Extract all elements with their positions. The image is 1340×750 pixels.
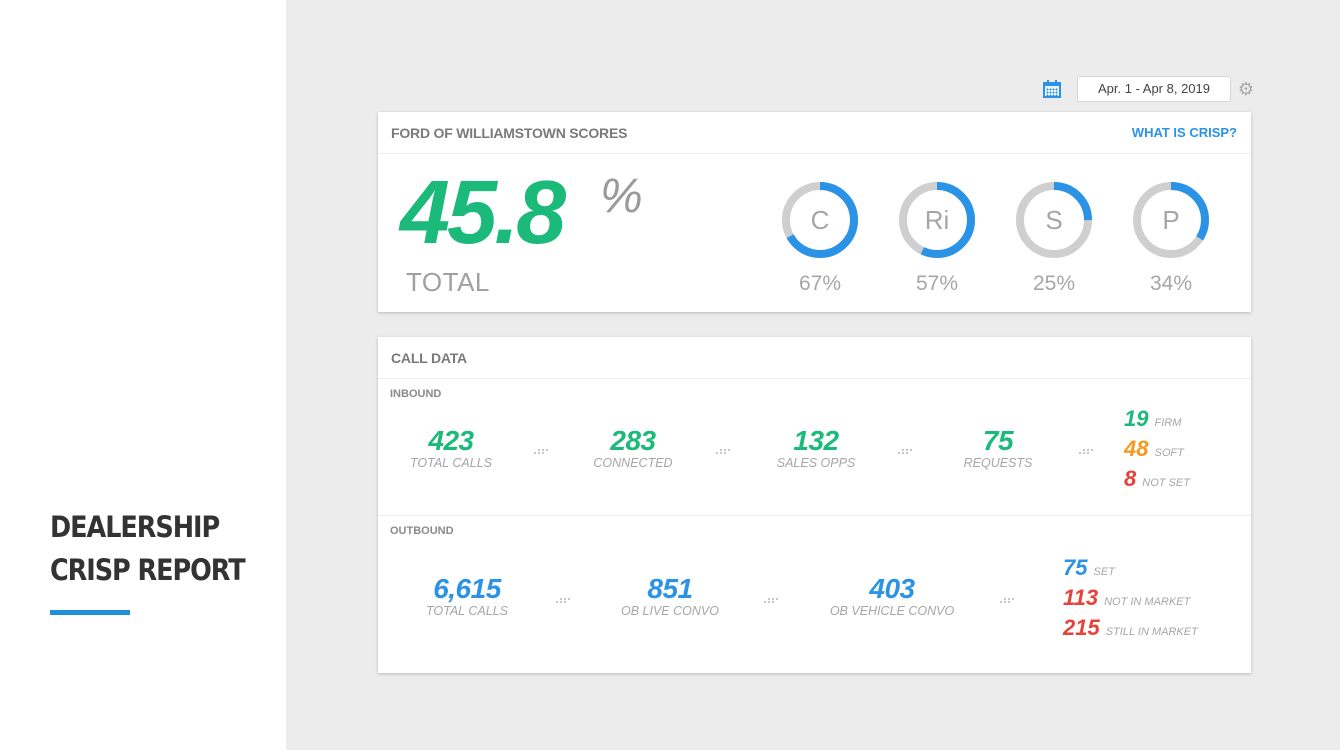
sidebar: DEALERSHIP CRISP REPORT xyxy=(0,0,286,750)
report-title-line1: DEALERSHIP xyxy=(50,510,220,544)
dots-separator-icon xyxy=(898,447,914,455)
metric-requests: 75 REQUESTS xyxy=(928,425,1068,471)
dots-separator-icon xyxy=(1000,596,1016,604)
scores-card: FORD OF WILLIAMSTOWN SCORES WHAT IS CRIS… xyxy=(378,112,1251,312)
breakdown-value: 8 xyxy=(1124,466,1137,491)
gauge-ring: P xyxy=(1133,182,1209,258)
metric-value: 75 xyxy=(982,425,1014,456)
metric-label: REQUESTS xyxy=(963,456,1033,470)
metric-label: SALES OPPS xyxy=(776,456,856,470)
breakdown-label: SET xyxy=(1093,566,1115,578)
metric-sales-opps: 132 SALES OPPS xyxy=(746,425,886,471)
metric-value: 283 xyxy=(610,425,656,456)
total-score-value: 45.8 xyxy=(400,163,566,263)
metric-total-calls: 423 TOTAL CALLS xyxy=(381,425,521,471)
gauge-letter: C xyxy=(811,205,830,235)
date-range-input[interactable]: Apr. 1 - Apr 8, 2019 xyxy=(1077,76,1231,102)
breakdown-value: 75 xyxy=(1063,555,1088,580)
report-title-line2: CRISP REPORT xyxy=(50,553,246,587)
gauge-ring: S xyxy=(1016,182,1092,258)
metric-label: TOTAL CALLS xyxy=(410,456,492,470)
main-content: Apr. 1 - Apr 8, 2019 ⚙ FORD OF WILLIAMST… xyxy=(286,0,1340,750)
metric-value: 6,615 xyxy=(433,573,501,604)
breakdown-still-in-market: 215 STILL IN MARKET xyxy=(1063,615,1198,645)
breakdown-list: 19 FIRM 48 SOFT 8 NOT SET xyxy=(1124,406,1190,496)
metric-ob-vehicle-convo: 403 OB VEHICLE CONVO xyxy=(822,573,962,619)
metric-label: OB LIVE CONVO xyxy=(621,604,719,618)
gauge-ri: Ri 57% xyxy=(895,178,979,296)
gauge-letter: S xyxy=(1045,205,1062,235)
gauge-s: S 25% xyxy=(1012,178,1096,296)
gauge-c: C 67% xyxy=(778,178,862,296)
dots-separator-icon xyxy=(716,447,732,455)
dots-separator-icon xyxy=(764,596,780,604)
outbound-label: OUTBOUND xyxy=(390,525,454,537)
gauge-letter: P xyxy=(1162,205,1179,235)
metric-connected: 283 CONNECTED xyxy=(563,425,703,471)
gauge-percent: 67% xyxy=(798,272,842,295)
metric-value: 423 xyxy=(428,425,474,456)
call-data-card: CALL DATA INBOUND 423 TOTAL CALLS 283 CONNE… xyxy=(378,337,1251,673)
gauge-percent: 57% xyxy=(915,272,959,295)
metric-value: 403 xyxy=(869,573,915,604)
breakdown-label: SOFT xyxy=(1154,447,1184,459)
gauge-percent: 34% xyxy=(1149,272,1193,295)
metric-value: 132 xyxy=(793,425,839,456)
metric-label: CONNECTED xyxy=(593,456,673,470)
gauge-ring: C xyxy=(782,182,858,258)
dots-separator-icon xyxy=(556,596,572,604)
inbound-label: INBOUND xyxy=(390,388,442,400)
gauge-ring: Ri xyxy=(899,182,975,258)
breakdown-not-set: 8 NOT SET xyxy=(1124,466,1190,496)
metric-total-calls: 6,615 TOTAL CALLS xyxy=(397,573,537,619)
breakdown-not-in-market: 113 NOT IN MARKET xyxy=(1063,585,1198,615)
breakdown-value: 215 xyxy=(1063,615,1100,640)
breakdown-firm: 19 FIRM xyxy=(1124,406,1190,436)
gauge-letter: Ri xyxy=(925,205,950,235)
gauge-p: P 34% xyxy=(1129,178,1213,296)
total-score-label: TOTAL xyxy=(406,267,490,297)
scores-card-header: FORD OF WILLIAMSTOWN SCORES WHAT IS CRIS… xyxy=(378,112,1251,154)
breakdown-label: STILL IN MARKET xyxy=(1105,626,1198,638)
gear-icon[interactable]: ⚙ xyxy=(1237,80,1255,98)
metric-label: OB VEHICLE CONVO xyxy=(829,604,955,618)
scores-title: FORD OF WILLIAMSTOWN SCORES xyxy=(391,124,628,141)
metric-ob-live-convo: 851 OB LIVE CONVO xyxy=(600,573,740,619)
breakdown-label: FIRM xyxy=(1154,417,1182,429)
dots-separator-icon xyxy=(1079,447,1095,455)
call-data-header: CALL DATA xyxy=(378,337,1251,379)
breakdown-soft: 48 SOFT xyxy=(1124,436,1190,466)
total-score-unit: % xyxy=(600,170,643,223)
what-is-crisp-link[interactable]: WHAT IS CRISP? xyxy=(1132,125,1237,140)
breakdown-value: 113 xyxy=(1063,585,1099,610)
gauge-percent: 25% xyxy=(1032,272,1076,295)
date-toolbar: Apr. 1 - Apr 8, 2019 ⚙ xyxy=(1043,76,1255,102)
title-underline xyxy=(50,610,130,615)
breakdown-set: 75 SET xyxy=(1063,555,1198,585)
call-data-title: CALL DATA xyxy=(391,349,467,366)
breakdown-label: NOT IN MARKET xyxy=(1104,596,1191,608)
report-title: DEALERSHIP CRISP REPORT xyxy=(50,506,246,592)
dots-separator-icon xyxy=(534,447,550,455)
breakdown-list: 75 SET 113 NOT IN MARKET 215 STILL IN MARKET xyxy=(1063,555,1198,645)
calendar-icon[interactable] xyxy=(1043,80,1061,98)
breakdown-label: NOT SET xyxy=(1142,477,1190,489)
section-divider xyxy=(378,515,1251,516)
metric-label: TOTAL CALLS xyxy=(426,604,508,618)
breakdown-value: 19 xyxy=(1124,406,1149,431)
breakdown-value: 48 xyxy=(1124,436,1149,461)
metric-value: 851 xyxy=(647,573,693,604)
